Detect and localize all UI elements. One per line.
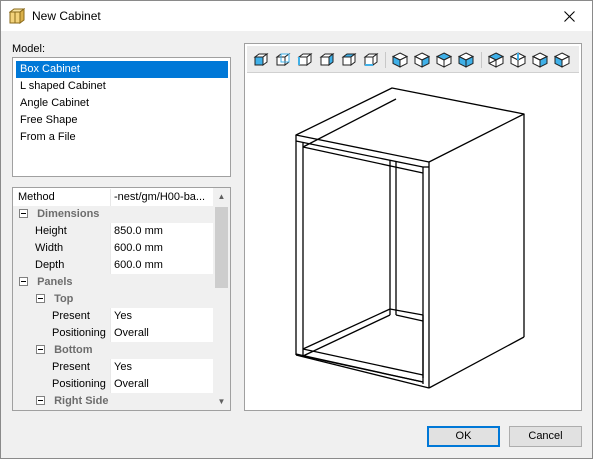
property-grid[interactable]: Method -nest/gm/H00-ba... Dimensions Hei…: [12, 187, 231, 411]
scroll-down-icon[interactable]: ▼: [213, 393, 230, 410]
iso-view-1-icon[interactable]: [390, 50, 410, 70]
cabinet-preview-panel: [244, 43, 582, 411]
close-button[interactable]: [546, 1, 592, 31]
prop-row-top-present[interactable]: Present Yes: [13, 308, 213, 325]
title-bar: New Cabinet: [1, 1, 592, 31]
prop-row-depth[interactable]: Depth 600.0 mm: [13, 257, 213, 274]
category-right-side[interactable]: Right Side: [13, 393, 213, 410]
collapse-icon[interactable]: [19, 276, 28, 286]
iso-view-2-icon[interactable]: [412, 50, 432, 70]
model-label: Model:: [12, 43, 46, 55]
view-bottom-icon[interactable]: [361, 50, 381, 70]
category-top[interactable]: Top: [13, 291, 213, 308]
view-right-icon[interactable]: [317, 50, 337, 70]
property-grid-scrollbar[interactable]: ▲ ▼: [213, 188, 230, 410]
dialog-window: New Cabinet Model: Box Cabinet L shaped …: [0, 0, 593, 459]
cabinet-app-icon: [9, 8, 25, 24]
prop-row-height[interactable]: Height 850.0 mm: [13, 223, 213, 240]
category-dimensions[interactable]: Dimensions: [13, 206, 213, 223]
iso-view-8-icon[interactable]: [552, 50, 572, 70]
prop-row-width[interactable]: Width 600.0 mm: [13, 240, 213, 257]
toolbar-separator: [481, 52, 482, 68]
iso-view-6-icon[interactable]: [508, 50, 528, 70]
scroll-thumb[interactable]: [215, 207, 228, 288]
category-panels[interactable]: Panels: [13, 274, 213, 291]
iso-view-4-icon[interactable]: [456, 50, 476, 70]
prop-row-method[interactable]: Method -nest/gm/H00-ba...: [13, 189, 213, 206]
prop-row-bottom-positioning[interactable]: Positioning Overall: [13, 376, 213, 393]
iso-view-3-icon[interactable]: [434, 50, 454, 70]
prop-row-bottom-present[interactable]: Present Yes: [13, 359, 213, 376]
model-item-free-shape[interactable]: Free Shape: [16, 112, 228, 129]
collapse-icon[interactable]: [19, 208, 28, 218]
model-item-angle-cabinet[interactable]: Angle Cabinet: [16, 95, 228, 112]
cancel-button[interactable]: Cancel: [509, 426, 582, 447]
window-title: New Cabinet: [32, 9, 101, 23]
close-icon: [563, 10, 575, 22]
toolbar-separator: [385, 52, 386, 68]
collapse-icon[interactable]: [36, 293, 45, 303]
view-front-icon[interactable]: [251, 50, 271, 70]
model-item-from-a-file[interactable]: From a File: [16, 129, 228, 146]
prop-row-top-positioning[interactable]: Positioning Overall: [13, 325, 213, 342]
view-back-icon[interactable]: [273, 50, 293, 70]
model-item-box-cabinet[interactable]: Box Cabinet: [16, 61, 228, 78]
view-left-icon[interactable]: [295, 50, 315, 70]
ok-button[interactable]: OK: [427, 426, 500, 447]
iso-view-5-icon[interactable]: [486, 50, 506, 70]
model-list[interactable]: Box Cabinet L shaped Cabinet Angle Cabin…: [12, 57, 231, 177]
view-top-icon[interactable]: [339, 50, 359, 70]
collapse-icon[interactable]: [36, 395, 45, 405]
collapse-icon[interactable]: [36, 344, 45, 354]
category-bottom[interactable]: Bottom: [13, 342, 213, 359]
model-item-l-shaped-cabinet[interactable]: L shaped Cabinet: [16, 78, 228, 95]
scroll-up-icon[interactable]: ▲: [213, 188, 230, 205]
view-toolbar: [247, 46, 579, 73]
iso-view-7-icon[interactable]: [530, 50, 550, 70]
cabinet-3d-preview[interactable]: [247, 74, 579, 408]
